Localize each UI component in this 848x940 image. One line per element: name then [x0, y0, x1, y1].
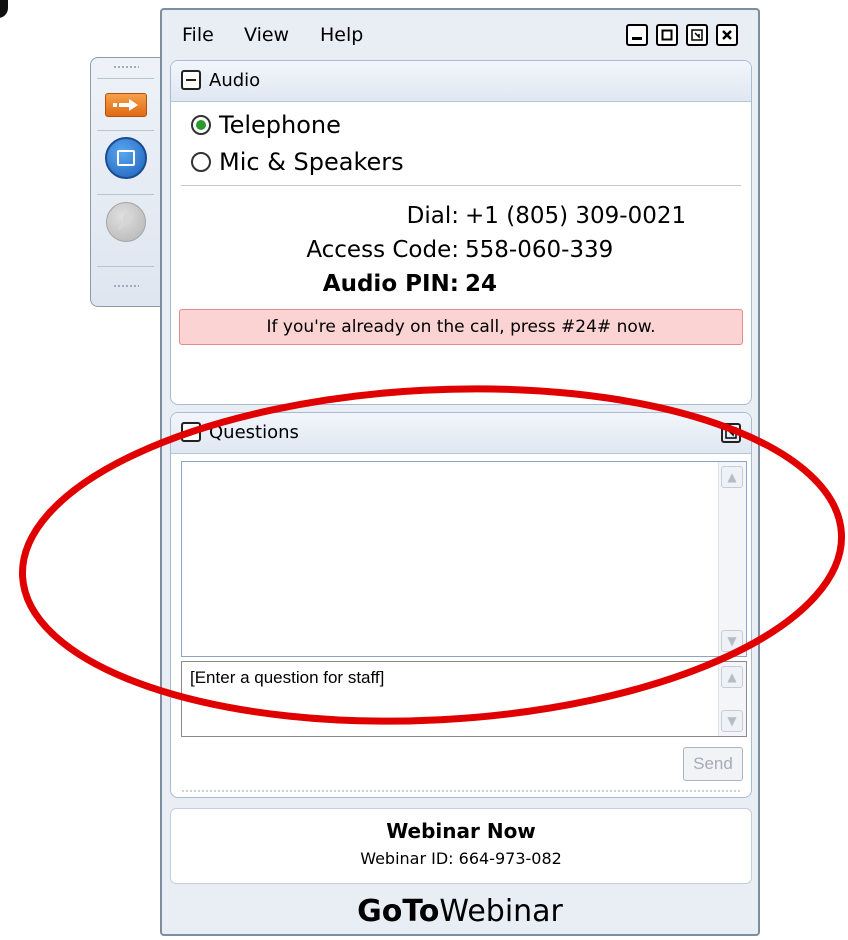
audio-pin-label: Audio PIN: — [322, 271, 459, 297]
scroll-up-icon[interactable]: ▲ — [721, 666, 743, 688]
telephone-option[interactable]: Telephone — [191, 111, 341, 139]
questions-log-scrollbar[interactable]: ▲ ▼ — [718, 462, 746, 656]
logo-bold-part: GoTo — [357, 894, 440, 929]
maximize-icon[interactable] — [656, 24, 678, 46]
webinar-id: Webinar ID: 664-973-082 — [360, 849, 562, 868]
scroll-down-icon[interactable]: ▼ — [721, 710, 743, 732]
mic-speakers-option[interactable]: Mic & Speakers — [191, 148, 404, 176]
gotowebinar-logo: GoToWebinar — [162, 894, 758, 929]
toolbar-divider — [97, 78, 154, 79]
access-code-value: 558-060-339 — [465, 237, 614, 263]
audio-pin-value: 24 — [465, 271, 498, 297]
menu-bar: File View Help — [162, 10, 758, 56]
audio-panel-title: Audio — [209, 70, 261, 91]
close-icon[interactable] — [716, 24, 738, 46]
question-input-box: ▲ ▼ — [181, 661, 747, 737]
audio-divider — [181, 185, 741, 186]
questions-panel-header[interactable]: Questions — [171, 413, 751, 454]
show-hide-panel-button[interactable] — [91, 92, 160, 118]
toolbar-divider — [97, 194, 154, 195]
dial-number: +1 (805) 309-0021 — [465, 203, 687, 229]
dial-label: Dial: — [406, 203, 459, 229]
popout-icon[interactable] — [721, 423, 741, 443]
mic-speakers-label: Mic & Speakers — [219, 148, 404, 176]
question-input[interactable] — [182, 662, 718, 736]
scroll-up-icon[interactable]: ▲ — [721, 466, 743, 488]
corner-mark — [0, 0, 8, 18]
grip-icon[interactable] — [113, 284, 139, 288]
scroll-down-icon[interactable]: ▼ — [721, 630, 743, 652]
grip-icon[interactable] — [113, 65, 139, 69]
menu-view[interactable]: View — [244, 24, 289, 46]
radio-selected-icon[interactable] — [191, 115, 211, 135]
questions-panel-title: Questions — [209, 422, 299, 443]
already-on-call-notice: If you're already on the call, press #24… — [179, 309, 743, 345]
access-code-label: Access Code: — [306, 237, 459, 263]
send-button[interactable]: Send — [683, 747, 743, 781]
questions-panel: Questions ▲ ▼ ▲ ▼ Send — [170, 412, 752, 798]
radio-unselected-icon[interactable] — [191, 152, 211, 172]
popout-icon[interactable] — [686, 24, 708, 46]
webinar-title: Webinar Now — [386, 819, 536, 843]
resize-grip[interactable] — [181, 789, 741, 793]
menu-file[interactable]: File — [182, 24, 214, 46]
webinar-info: Webinar Now Webinar ID: 664-973-082 — [170, 808, 752, 884]
screen-share-button[interactable] — [91, 137, 160, 179]
mic-muted-icon — [105, 202, 146, 242]
collapse-icon[interactable] — [181, 70, 201, 90]
toolbar-divider — [97, 266, 154, 267]
menu-help[interactable]: Help — [320, 24, 363, 46]
audio-panel-header[interactable]: Audio — [171, 61, 751, 102]
mic-mute-button[interactable] — [91, 202, 160, 242]
collapse-icon[interactable] — [181, 422, 201, 442]
screen-share-icon — [104, 137, 147, 179]
telephone-label: Telephone — [219, 111, 341, 139]
questions-log[interactable]: ▲ ▼ — [181, 461, 747, 657]
gotowebinar-control-panel: File View Help Audio Telephone Mic & Spe… — [160, 8, 760, 936]
control-toolbar — [90, 57, 160, 307]
toolbar-divider — [97, 130, 154, 131]
logo-light-part: Webinar — [439, 894, 563, 929]
audio-panel: Audio Telephone Mic & Speakers Dial: +1 … — [170, 60, 752, 405]
minimize-icon[interactable] — [626, 24, 648, 46]
question-input-scrollbar[interactable]: ▲ ▼ — [718, 662, 746, 736]
arrow-right-icon — [104, 93, 147, 117]
